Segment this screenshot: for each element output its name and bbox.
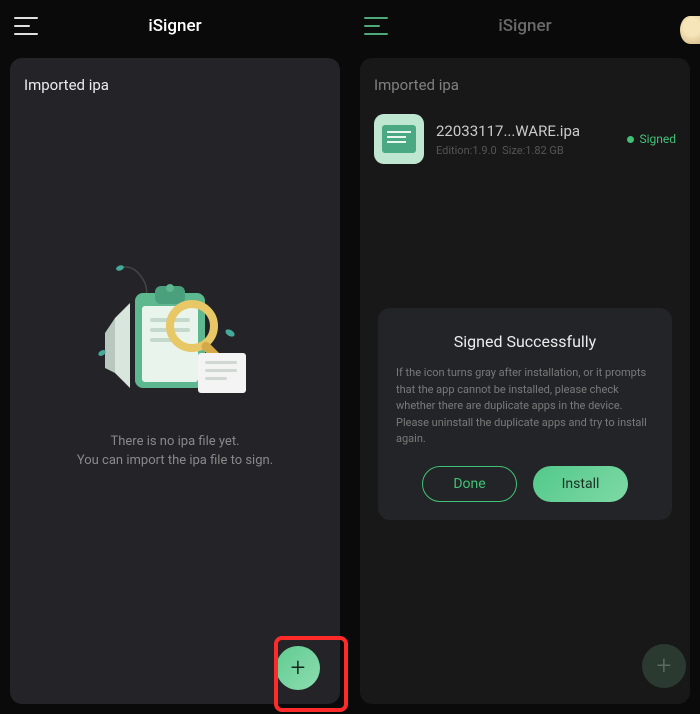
empty-illustration-icon [90,258,260,408]
status-badge: Signed [627,132,676,146]
app-title: iSigner [498,16,551,36]
card-title: Imported ipa [360,58,690,104]
add-button[interactable]: + [642,644,686,688]
menu-icon[interactable] [364,17,388,35]
status-dot-icon [627,136,634,143]
dialog-buttons: Done Install [396,466,654,502]
dialog-title: Signed Successfully [396,332,654,351]
ipa-info: 22033117...WARE.ipa Edition:1.9.0 Size:1… [436,122,619,157]
dialog-body: If the icon turns gray after installatio… [396,365,654,448]
header: iSigner [350,0,700,52]
imported-card: Imported ipa [10,58,340,704]
add-button[interactable]: + [276,646,320,690]
status-text: Signed [639,132,676,146]
imported-card: Imported ipa 22033117...WARE.ipa Edition… [360,58,690,704]
ipa-meta: Edition:1.9.0 Size:1.82 GB [436,144,619,157]
ipa-filename: 22033117...WARE.ipa [436,122,619,140]
menu-icon[interactable] [14,17,38,35]
empty-text-line1: There is no ipa file yet. [110,432,239,452]
app-title: iSigner [148,16,201,36]
screen-empty-state: iSigner Imported ipa [0,0,350,714]
ipa-row[interactable]: 22033117...WARE.ipa Edition:1.9.0 Size:1… [360,104,690,174]
empty-text-line2: You can import the ipa file to sign. [77,451,273,471]
header: iSigner [0,0,350,52]
empty-state: There is no ipa file yet. You can import… [10,104,340,704]
done-button[interactable]: Done [422,466,517,502]
card-title: Imported ipa [10,58,340,104]
install-button[interactable]: Install [533,466,628,502]
signed-dialog: Signed Successfully If the icon turns gr… [378,308,672,520]
avatar-icon[interactable] [680,16,700,44]
screen-signed-dialog: iSigner Imported ipa 22033117...WARE.ipa… [350,0,700,714]
ipa-file-icon [374,114,424,164]
